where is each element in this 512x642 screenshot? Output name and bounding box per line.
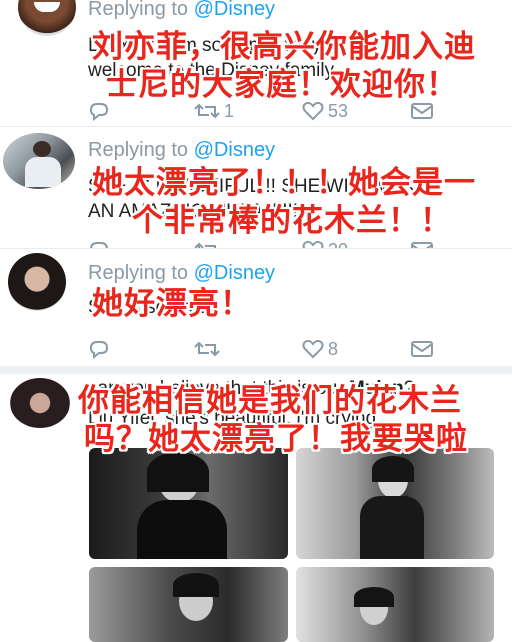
- photo-1[interactable]: [89, 448, 288, 559]
- caption-overlay: 她好漂亮！: [92, 285, 252, 323]
- mention-link[interactable]: @Disney: [194, 0, 275, 20]
- mention-link[interactable]: @Disney: [194, 139, 275, 161]
- reply-button[interactable]: [88, 336, 110, 362]
- caption-line: 你能相信她是我们的花木兰: [78, 383, 462, 419]
- avatar[interactable]: [8, 253, 66, 311]
- replying-to: Replying to @Disney: [88, 139, 275, 162]
- like-icon: [302, 339, 324, 359]
- retweet-icon: [194, 103, 220, 119]
- caption-line: 个非常棒的花木兰！！: [132, 203, 452, 239]
- caption-overlay: 刘亦菲，很高兴你能加入迪 士尼的大家庭！欢迎你！: [92, 28, 476, 104]
- caption-line: 士尼的大家庭！欢迎你！: [106, 67, 458, 103]
- replying-to: Replying to @Disney: [88, 262, 275, 285]
- tweet-3: Replying to @Disney She is so pretty 8: [0, 249, 512, 365]
- reply-prefix: Replying to: [88, 262, 194, 284]
- like-icon: [302, 101, 324, 121]
- caption-line: 她好漂亮！: [92, 286, 252, 322]
- like-button[interactable]: 8: [302, 336, 338, 362]
- caption-line: 刘亦菲，很高兴你能加入迪: [92, 29, 476, 65]
- dm-icon: [411, 103, 433, 119]
- dm-icon: [411, 341, 433, 357]
- caption-line: 吗？她太漂亮了！我要哭啦: [84, 421, 468, 457]
- caption-overlay: 你能相信她是我们的花木兰 吗？她太漂亮了！我要哭啦: [78, 382, 468, 458]
- divider: [0, 366, 512, 374]
- photo-4[interactable]: [296, 567, 494, 642]
- caption-overlay: 她太漂亮了！！！她会是一 个非常棒的花木兰！！: [92, 164, 476, 240]
- like-count: 8: [328, 338, 339, 359]
- dm-button[interactable]: [410, 336, 434, 362]
- avatar[interactable]: [18, 0, 76, 36]
- photo-3[interactable]: [89, 567, 288, 642]
- avatar[interactable]: [10, 378, 70, 428]
- replying-to: Replying to @Disney: [88, 0, 275, 21]
- reply-icon: [89, 341, 109, 359]
- reply-prefix: Replying to: [88, 0, 194, 20]
- reply-prefix: Replying to: [88, 139, 194, 161]
- avatar[interactable]: [3, 133, 75, 189]
- retweet-button[interactable]: [194, 336, 220, 362]
- reply-icon: [89, 103, 109, 121]
- photo-2[interactable]: [296, 448, 494, 559]
- retweet-icon: [194, 341, 220, 357]
- caption-line: 她太漂亮了！！！她会是一: [92, 165, 476, 201]
- tweet-actions: 8: [88, 336, 438, 362]
- mention-link[interactable]: @Disney: [194, 262, 275, 284]
